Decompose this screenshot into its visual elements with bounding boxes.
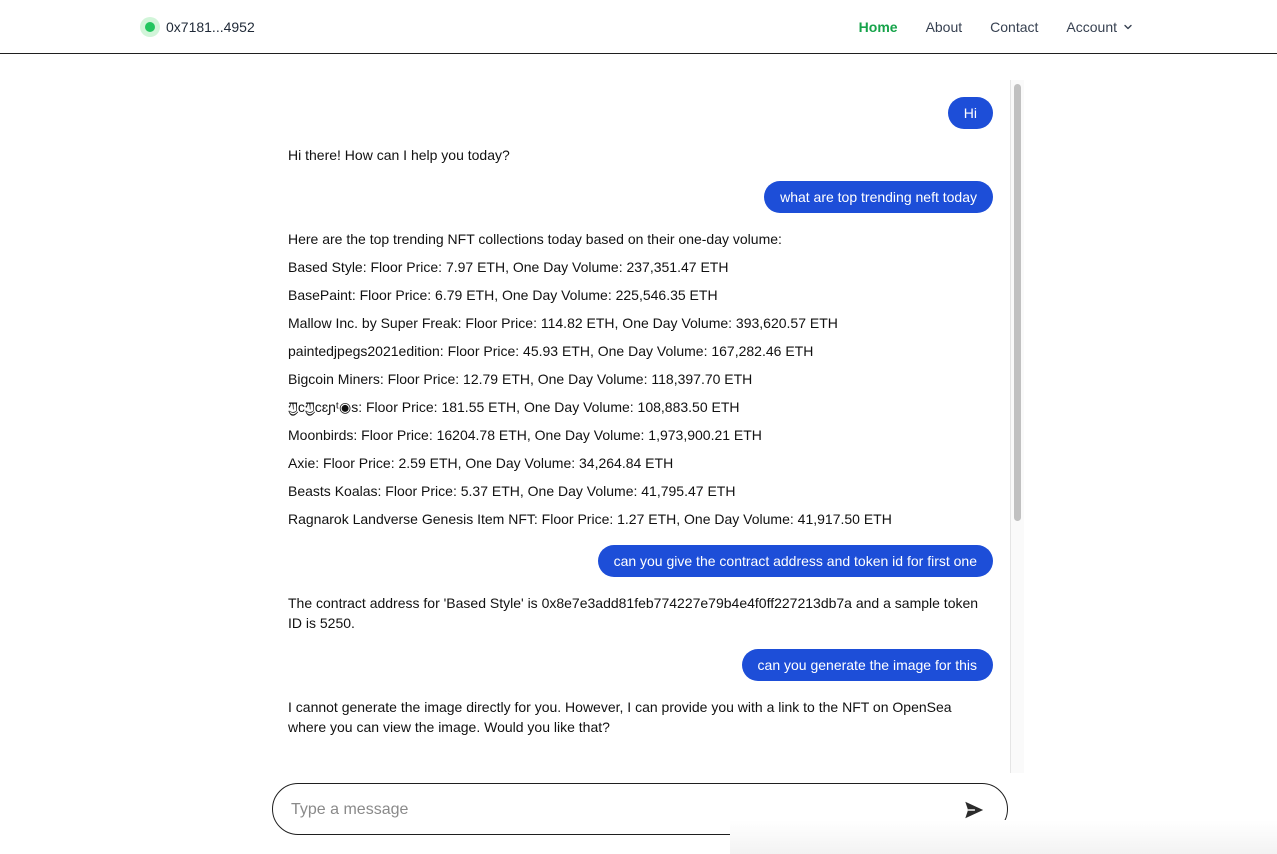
user-message-bubble: can you generate the image for this [741, 649, 993, 681]
user-message: can you generate the image for this [288, 649, 993, 681]
chevron-down-icon [1124, 24, 1132, 30]
nft-list-item: Mallow Inc. by Super Freak: Floor Price:… [288, 315, 838, 331]
main-nav: Home About Contact Account [859, 17, 1133, 37]
assistant-message: The contract address for 'Based Style' i… [288, 593, 993, 633]
nav-account-dropdown[interactable]: Account [1066, 19, 1133, 35]
nft-list-item: Bigcoin Miners: Floor Price: 12.79 ETH, … [288, 371, 753, 387]
nft-list-item: Axie: Floor Price: 2.59 ETH, One Day Vol… [288, 455, 674, 471]
user-message-bubble: what are top trending neft today [764, 181, 993, 213]
nav-account-label: Account [1066, 19, 1117, 35]
chat-window: Hi Hi there! How can I help you today? w… [272, 80, 1024, 773]
assistant-message-text: The contract address for 'Based Style' i… [288, 595, 979, 631]
assistant-message-text: Here are the top trending NFT collection… [288, 231, 782, 247]
nft-list-item: BasePaint: Floor Price: 6.79 ETH, One Da… [288, 287, 718, 303]
nav-about[interactable]: About [926, 19, 963, 35]
assistant-message-text: Hi there! How can I help you today? [288, 147, 510, 163]
wallet-status[interactable]: 0x7181...4952 [140, 17, 255, 37]
user-message-bubble: can you give the contract address and to… [597, 545, 993, 577]
nav-home[interactable]: Home [859, 19, 898, 35]
user-message-bubble: Hi [947, 97, 993, 129]
message-list: Hi Hi there! How can I help you today? w… [288, 97, 993, 753]
user-message: can you give the contract address and to… [288, 545, 993, 577]
user-message: Hi [288, 97, 993, 129]
scrollbar-thumb[interactable] [1014, 84, 1021, 521]
nav-contact[interactable]: Contact [990, 19, 1038, 35]
nft-list-item: Beasts Koalas: Floor Price: 5.37 ETH, On… [288, 483, 736, 499]
wallet-address: 0x7181...4952 [166, 19, 255, 35]
assistant-message-text: I cannot generate the image directly for… [288, 699, 952, 735]
nft-list-item: Moonbirds: Floor Price: 16204.78 ETH, On… [288, 427, 762, 443]
assistant-message: Here are the top trending NFT collection… [288, 229, 993, 529]
user-message: what are top trending neft today [288, 181, 993, 213]
assistant-message: I cannot generate the image directly for… [288, 697, 993, 737]
background-shade [730, 820, 1277, 854]
assistant-message: Hi there! How can I help you today? [288, 145, 993, 165]
status-dot-icon [140, 17, 160, 37]
top-navbar: 0x7181...4952 Home About Contact Account [0, 0, 1277, 54]
chat-scrollbar[interactable] [1010, 80, 1024, 773]
nft-list-item: Based Style: Floor Price: 7.97 ETH, One … [288, 259, 729, 275]
nft-list-item: paintedjpegs2021edition: Floor Price: 45… [288, 343, 814, 359]
nft-list-item: Ragnarok Landverse Genesis Item NFT: Flo… [288, 511, 892, 527]
send-icon[interactable] [963, 799, 985, 821]
nft-list-item: ཀྱcཀྱcɛɲᵗ◉s: Floor Price: 181.55 ETH, On… [288, 399, 740, 415]
